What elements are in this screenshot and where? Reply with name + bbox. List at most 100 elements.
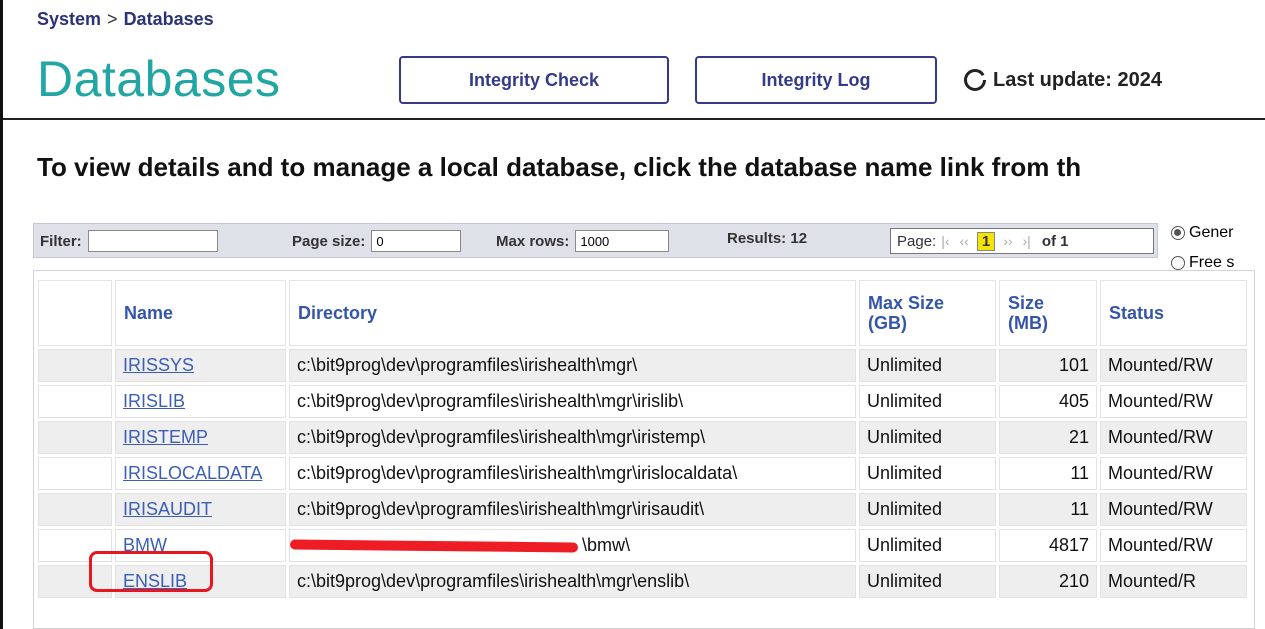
databases-page: System > Databases Databases Integrity Che… [0,0,1265,629]
status-cell: Mounted/RW [1100,529,1247,562]
breadcrumb-current[interactable]: Databases [124,9,214,29]
table-header-row: Name Directory Max Size (GB) Size (MB) S… [38,280,1247,346]
database-name-link[interactable]: IRISLOCALDATA [123,463,262,483]
row-number-header [38,280,112,346]
table-row: IRISLOCALDATA c:\bit9prog\dev\programfil… [38,457,1247,490]
table-row: IRISAUDIT c:\bit9prog\dev\programfiles\i… [38,493,1247,526]
max-size-cell: Unlimited [859,349,996,382]
page-size-label: Page size: [292,232,366,250]
breadcrumb-system-link[interactable]: System [37,9,101,29]
directory-cell: c:\bit9prog\dev\programfiles\irishealth\… [289,421,856,454]
max-size-cell: Unlimited [859,421,996,454]
last-page-icon[interactable]: ›| [1023,233,1031,249]
status-cell: Mounted/R [1100,565,1247,598]
max-rows-label: Max rows: [496,232,570,250]
size-cell: 11 [999,493,1097,526]
max-size-cell: Unlimited [859,385,996,418]
first-page-icon[interactable]: |‹ [941,233,949,249]
status-cell: Mounted/RW [1100,457,1247,490]
max-size-cell: Unlimited [859,493,996,526]
table-row: ENSLIB c:\bit9prog\dev\programfiles\iris… [38,565,1247,598]
directory-cell: c:\bit9prog\dev\programfiles\irishealth\… [289,565,856,598]
breadcrumb: System > Databases [37,9,214,30]
last-update-text: Last update: 2024 [993,68,1162,91]
column-header-directory[interactable]: Directory [289,280,856,346]
table-row: BMW \bmw\ Unlimited 4817 Mounted/RW [38,529,1247,562]
max-size-cell: Unlimited [859,457,996,490]
radio-unselected-icon[interactable] [1171,256,1185,270]
table-row: IRISTEMP c:\bit9prog\dev\programfiles\ir… [38,421,1247,454]
directory-cell: c:\bit9prog\dev\programfiles\irishealth\… [289,349,856,382]
status-cell: Mounted/RW [1100,493,1247,526]
filter-bar: Filter: Page size: Max rows: Results: 12… [33,223,1158,258]
redaction-mark [289,539,579,553]
view-option-general[interactable]: Gener [1171,218,1234,248]
databases-table-container: Name Directory Max Size (GB) Size (MB) S… [33,270,1255,629]
size-cell: 4817 [999,529,1097,562]
directory-text: \bmw\ [582,535,631,555]
name-cell: IRISSYS [115,349,286,382]
results-label: Results: 12 [727,230,808,247]
row-spacer [38,349,112,382]
status-cell: Mounted/RW [1100,385,1247,418]
directory-cell: c:\bit9prog\dev\programfiles\irishealth\… [289,493,856,526]
name-cell: IRISLOCALDATA [115,457,286,490]
row-spacer [38,493,112,526]
database-name-link[interactable]: IRISTEMP [123,427,208,447]
header-divider [3,118,1265,120]
status-cell: Mounted/RW [1100,421,1247,454]
column-header-size[interactable]: Size (MB) [999,280,1097,346]
database-name-link[interactable]: IRISAUDIT [123,499,212,519]
instructions-text: To view details and to manage a local da… [37,152,1082,182]
row-spacer [38,385,112,418]
database-name-link[interactable]: IRISSYS [123,355,194,375]
integrity-log-button[interactable]: Integrity Log [695,56,937,104]
max-size-cell: Unlimited [859,529,996,562]
results-count: Results: 12 [727,230,807,247]
row-spacer [38,457,112,490]
table-row: IRISSYS c:\bit9prog\dev\programfiles\iri… [38,349,1247,382]
directory-cell: \bmw\ [289,529,856,562]
database-name-link[interactable]: IRISLIB [123,391,185,411]
name-cell: IRISTEMP [115,421,286,454]
filter-input[interactable] [87,230,218,252]
page-title: Databases [37,51,281,107]
filter-group: Filter: [40,230,218,252]
view-option-label: Gener [1189,224,1234,241]
breadcrumb-separator: > [107,9,118,29]
radio-selected-icon[interactable] [1171,226,1185,240]
size-cell: 11 [999,457,1097,490]
pager: Page: |‹ ‹‹ 1 ›› ›| of 1 [890,228,1154,254]
page-count: of 1 [1041,232,1069,250]
filter-label: Filter: [40,232,82,250]
max-rows-input[interactable] [575,230,670,252]
size-cell: 405 [999,385,1097,418]
page-label: Page: [897,232,937,250]
name-cell: IRISLIB [115,385,286,418]
table-row: IRISLIB c:\bit9prog\dev\programfiles\iri… [38,385,1247,418]
size-cell: 21 [999,421,1097,454]
databases-table: Name Directory Max Size (GB) Size (MB) S… [35,277,1250,601]
column-header-name[interactable]: Name [115,280,286,346]
previous-page-icon[interactable]: ‹‹ [960,233,969,249]
status-cell: Mounted/RW [1100,349,1247,382]
page-size-input[interactable] [371,230,462,252]
name-cell: IRISAUDIT [115,493,286,526]
size-cell: 210 [999,565,1097,598]
page-size-group: Page size: [292,230,462,252]
column-header-status[interactable]: Status [1100,280,1247,346]
column-header-max-size[interactable]: Max Size (GB) [859,280,996,346]
refresh-icon[interactable] [963,68,987,92]
size-cell: 101 [999,349,1097,382]
integrity-check-button[interactable]: Integrity Check [399,56,669,104]
directory-cell: c:\bit9prog\dev\programfiles\irishealth\… [289,385,856,418]
directory-cell: c:\bit9prog\dev\programfiles\irishealth\… [289,457,856,490]
highlight-annotation [89,551,213,592]
max-size-cell: Unlimited [859,565,996,598]
row-spacer [38,421,112,454]
last-update: Last update: 2024 [963,68,1162,92]
next-page-icon[interactable]: ›› [1003,233,1012,249]
view-options: Gener Free s [1171,218,1234,278]
max-rows-group: Max rows: [496,230,670,252]
current-page[interactable]: 1 [976,231,996,251]
